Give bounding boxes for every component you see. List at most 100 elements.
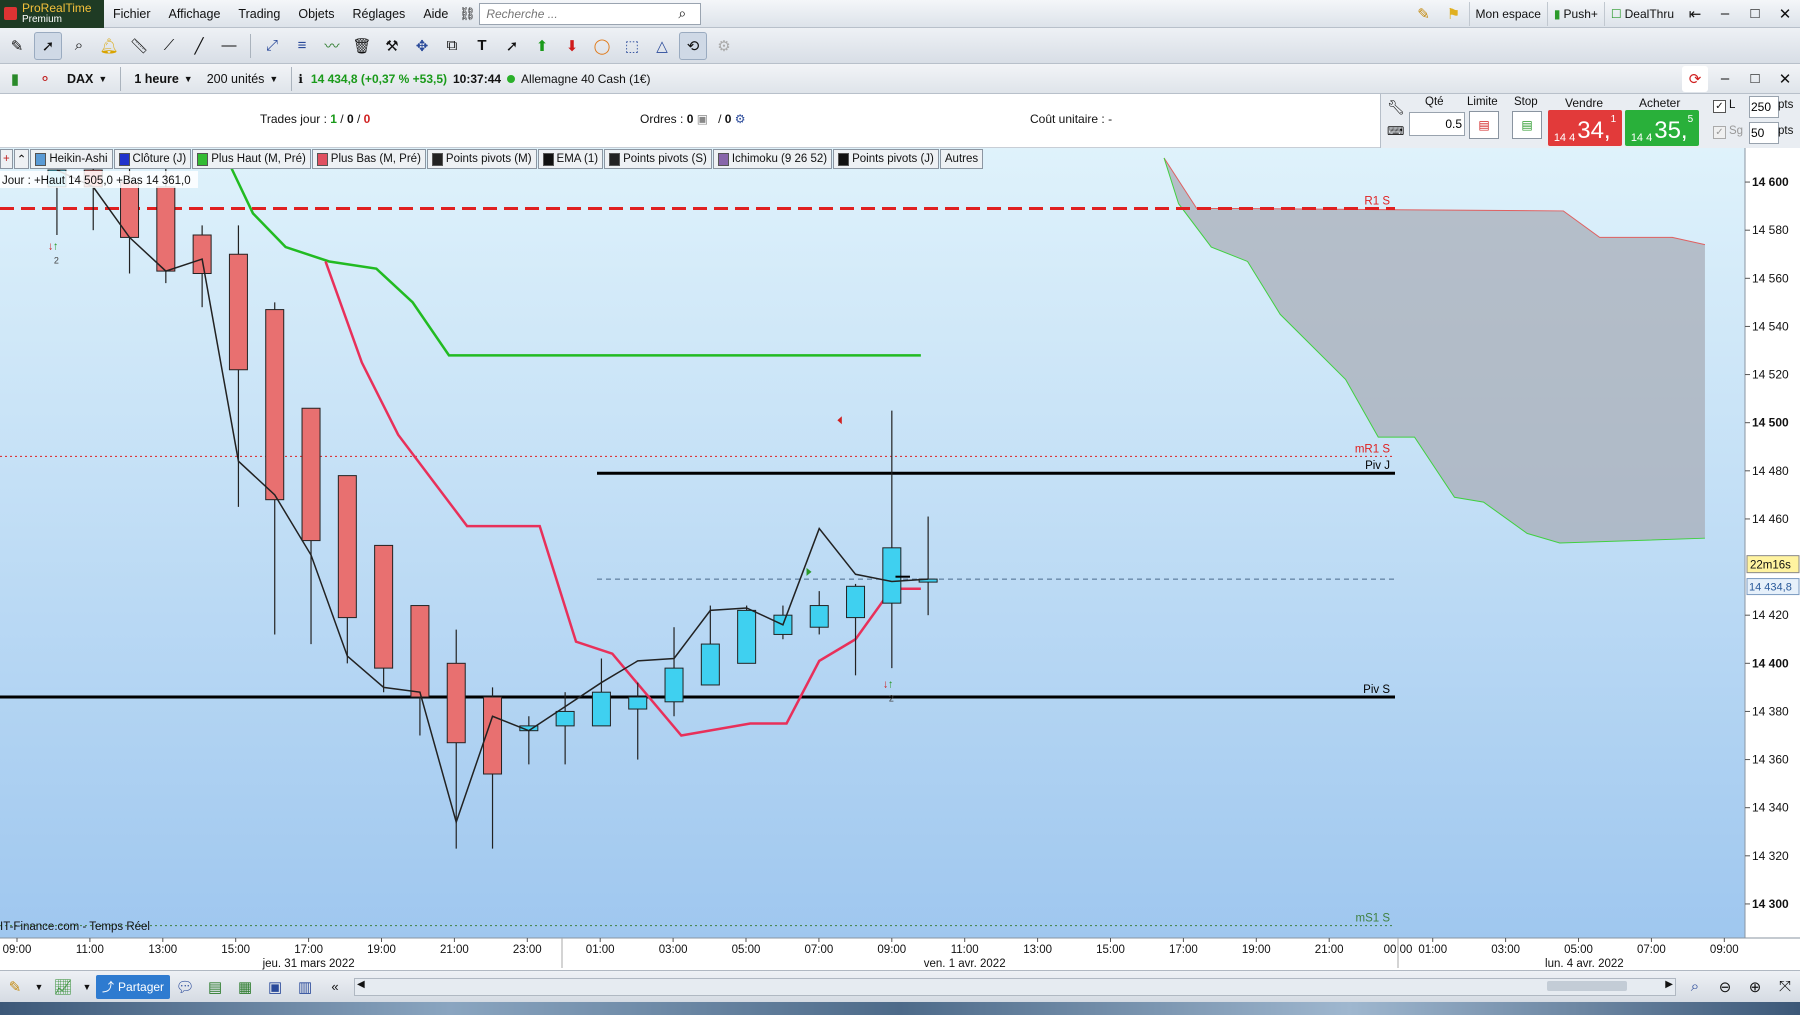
indicator-tag[interactable]: Plus Bas (M, Pré)	[311, 149, 426, 169]
search-icon[interactable]: ⌕	[678, 5, 686, 22]
bear-candle[interactable]	[192, 234, 212, 274]
stop-order-button[interactable]: ▤	[1512, 111, 1542, 139]
traffic-light-icon[interactable]: ⚬	[32, 66, 58, 92]
flag-icon[interactable]: ⚑	[1441, 1, 1467, 27]
orders-settings-icon[interactable]: ⚙	[735, 112, 746, 126]
scrollbar[interactable]: ◀ ▶	[354, 977, 1676, 996]
timeframe-select[interactable]: 1 heure ▼	[127, 67, 199, 91]
rectangle-icon[interactable]: ⬚	[619, 33, 645, 59]
calendar-icon[interactable]: ▥	[292, 974, 318, 1000]
bull-candle[interactable]	[809, 605, 829, 628]
message-icon[interactable]: 💬︎	[172, 974, 198, 1000]
indicator-tag[interactable]: EMA (1)	[537, 149, 604, 169]
menu-affichage[interactable]: Affichage	[160, 7, 230, 21]
indicator-tag[interactable]: Autres	[939, 149, 984, 169]
info-icon[interactable]: ℹ	[298, 72, 303, 86]
bull-candle[interactable]	[700, 643, 720, 686]
copy-icon[interactable]: ⧉	[439, 33, 465, 59]
bear-candle[interactable]	[301, 407, 321, 542]
scroll-left-far-icon[interactable]: «	[322, 974, 348, 1000]
minimize-chart-icon[interactable]: –	[1712, 66, 1738, 92]
scrollbar-thumb[interactable]	[1547, 980, 1627, 991]
indicator-tag[interactable]: Clôture (J)	[113, 149, 192, 169]
channel-icon[interactable]: ⤢	[259, 33, 285, 59]
refresh-icon[interactable]: ⟳	[1682, 65, 1708, 92]
arrow-icon[interactable]: ➚	[499, 33, 525, 59]
bull-candle[interactable]	[628, 696, 648, 710]
add-indicator-icon[interactable]: +	[0, 149, 13, 169]
chart-type-icon[interactable]: ▮	[2, 66, 28, 92]
indicator-icon[interactable]: ✎	[1411, 1, 1437, 27]
arrow-up-icon[interactable]: ⬆	[529, 33, 555, 59]
dealthru-button[interactable]: ☐ DealThru	[1603, 1, 1680, 26]
indicator-tag[interactable]: Plus Haut (M, Pré)	[192, 149, 311, 169]
draw-tool-icon[interactable]: ✎	[2, 974, 28, 1000]
zoom-in-icon[interactable]: ⊕	[1742, 974, 1768, 1000]
text-icon[interactable]: T	[469, 33, 495, 59]
magnet-icon[interactable]: ⟲	[679, 31, 707, 60]
indicator-tag[interactable]: Points pivots (J)	[833, 149, 939, 169]
share-button[interactable]: ⤴ Partager	[96, 974, 171, 999]
ticker-select[interactable]: DAX ▼	[60, 67, 114, 91]
tools-icon[interactable]: ⚒	[379, 33, 405, 59]
maximize-window-icon[interactable]: □	[1742, 1, 1768, 27]
bull-candle[interactable]	[737, 609, 757, 664]
scroll-left-icon[interactable]: ◀	[357, 979, 365, 990]
zoom-icon[interactable]: ⌕	[66, 33, 92, 59]
expand-icon[interactable]: ⤧	[1772, 974, 1798, 1000]
bull-candle[interactable]	[664, 667, 684, 703]
orders-book-icon[interactable]: ▣	[697, 112, 708, 126]
menu-fichier[interactable]: Fichier	[104, 7, 160, 21]
bear-candle[interactable]	[265, 309, 285, 501]
bear-candle[interactable]	[446, 662, 466, 744]
bull-candle[interactable]	[591, 691, 611, 727]
collapse-icon[interactable]: ⌃	[13, 149, 30, 169]
fibonacci-icon[interactable]: ≡	[289, 33, 315, 59]
push-plus-button[interactable]: ▮ Push+	[1546, 1, 1604, 26]
chevron-down-icon[interactable]: ▼	[80, 974, 94, 1000]
chart-svg[interactable]: R1 SmR1 SPiv JPiv SmS1 S↑↓2↑↓2Jour : +Ha…	[0, 148, 1800, 970]
settings-icon[interactable]: ⚙	[711, 33, 737, 59]
keyboard-icon[interactable]: ⌨	[1387, 124, 1404, 138]
bull-candle[interactable]	[882, 547, 902, 604]
trend-icon[interactable]: 〰	[319, 33, 345, 59]
line-icon[interactable]: ╱	[186, 33, 212, 59]
buy-button[interactable]: 14 4 35, 5	[1625, 110, 1699, 146]
units-select[interactable]: 200 unités ▼	[200, 67, 286, 91]
indicators-icon[interactable]: ▤	[202, 974, 228, 1000]
bear-candle[interactable]	[228, 253, 248, 371]
close-window-icon[interactable]: ✕	[1772, 1, 1798, 27]
bear-candle[interactable]	[156, 186, 176, 272]
l-points-input[interactable]	[1749, 96, 1779, 118]
segment-icon[interactable]: ⟋	[156, 33, 182, 59]
minimize-window-icon[interactable]: –	[1712, 1, 1738, 27]
cursor-icon[interactable]: ➚	[34, 31, 62, 60]
price-chart[interactable]: R1 SmR1 S Piv J Piv SmS1 S ↑ ↓ 2 ↑ ↓ 2 Jour : +Ha…	[0, 148, 1800, 970]
triangle-icon[interactable]: △	[649, 33, 675, 59]
trash-icon[interactable]: 🗑︎	[349, 33, 375, 59]
horizontal-line-icon[interactable]: —	[216, 33, 242, 59]
menu-aide[interactable]: Aide	[414, 7, 457, 21]
ruler-icon[interactable]: 📏︎	[126, 33, 152, 59]
pencil-icon[interactable]: ✎	[4, 33, 30, 59]
chart-style-icon[interactable]: 📈︎	[50, 974, 76, 1000]
sg-checkbox[interactable]: ✓	[1713, 126, 1726, 139]
bear-candle[interactable]	[374, 544, 394, 669]
backtest-icon[interactable]: ▦	[232, 974, 258, 1000]
menu-reglages[interactable]: Réglages	[343, 7, 414, 21]
bear-candle[interactable]	[410, 605, 430, 698]
sell-button[interactable]: 14 4 34, 1	[1548, 110, 1622, 146]
indicator-tag[interactable]: Points pivots (M)	[426, 149, 537, 169]
pin-icon[interactable]: ⇤	[1682, 1, 1708, 27]
l-checkbox[interactable]: ✓	[1713, 100, 1726, 113]
limit-order-button[interactable]: ▤	[1469, 111, 1499, 139]
screener-icon[interactable]: ▣	[262, 974, 288, 1000]
menu-objets[interactable]: Objets	[289, 7, 343, 21]
zoom-fit-icon[interactable]: ⌕	[1682, 974, 1708, 1000]
close-chart-icon[interactable]: ✕	[1772, 66, 1798, 92]
menu-trading[interactable]: Trading	[229, 7, 289, 21]
indicator-tag[interactable]: Ichimoku (9 26 52)	[712, 149, 833, 169]
bull-candle[interactable]	[555, 710, 575, 727]
scroll-right-icon[interactable]: ▶	[1665, 979, 1673, 990]
maximize-chart-icon[interactable]: □	[1742, 66, 1768, 92]
